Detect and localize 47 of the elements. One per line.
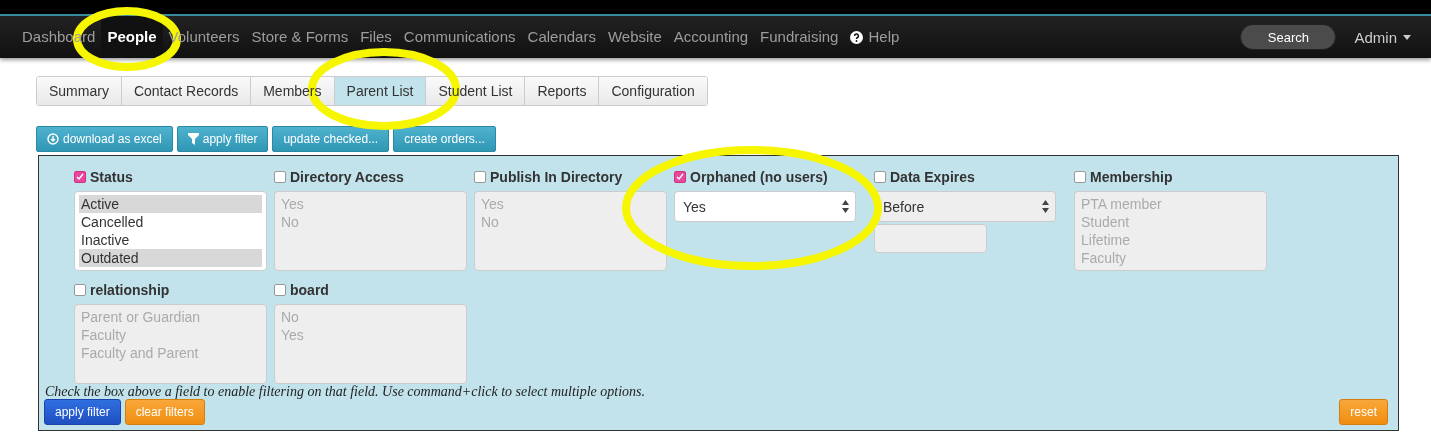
filter-icon — [187, 133, 199, 145]
tab[interactable]: Summary — [37, 77, 122, 105]
field-label: board — [290, 282, 329, 298]
nav-link[interactable]: Website — [601, 16, 668, 58]
date-input[interactable] — [874, 224, 987, 253]
user-menu[interactable]: Admin — [1348, 28, 1417, 46]
help-icon — [850, 30, 864, 44]
tab[interactable]: Reports — [525, 77, 600, 105]
nav-link[interactable]: Communications — [397, 16, 522, 58]
checkbox[interactable] — [874, 171, 886, 183]
field-label: Publish In Directory — [490, 169, 623, 185]
nav-link[interactable]: Calendars — [521, 16, 602, 58]
list-option[interactable]: Cancelled — [79, 213, 262, 231]
checkbox[interactable] — [674, 171, 686, 183]
checkbox[interactable] — [474, 171, 486, 183]
checkbox[interactable] — [74, 284, 86, 296]
select-field[interactable]: Yes — [674, 191, 856, 222]
apply-filter-button[interactable]: apply filter — [44, 399, 121, 425]
list-option[interactable]: Outdated — [79, 249, 262, 267]
list-option[interactable]: Inactive — [79, 231, 262, 249]
tab[interactable]: Contact Records — [121, 77, 252, 105]
download-icon — [47, 133, 59, 145]
nav-link[interactable]: Store & Forms — [245, 16, 355, 58]
search-field[interactable]: Search — [1240, 24, 1337, 50]
field-label: Status — [90, 169, 133, 185]
checkbox[interactable] — [74, 171, 86, 183]
field-label: Directory Access — [290, 169, 404, 185]
nav-link[interactable]: Fundraising — [754, 16, 845, 58]
tab[interactable]: Configuration — [599, 77, 707, 105]
nav-link[interactable]: People — [101, 16, 163, 58]
nav-link[interactable]: Files — [354, 16, 398, 58]
nav-link[interactable]: Help — [844, 16, 906, 58]
field-label: Membership — [1090, 169, 1173, 185]
checkbox[interactable] — [1074, 171, 1086, 183]
hint-text: Check the box above a field to enable filtering on that field. Use command+click to select multiple options. — [45, 384, 646, 400]
field-label: relationship — [90, 282, 170, 298]
nav-link[interactable]: Accounting — [667, 16, 755, 58]
field-label: Data Expires — [890, 169, 975, 185]
checkbox[interactable] — [274, 171, 286, 183]
caret-icon — [1403, 34, 1411, 40]
list-box[interactable]: Active Cancelled Inactive Outdated — [74, 191, 267, 271]
list-option[interactable]: Active — [79, 195, 262, 213]
tab[interactable]: Parent List — [334, 77, 427, 105]
updown-arrows-icon — [1042, 200, 1049, 213]
checkbox[interactable] — [274, 284, 286, 296]
field-label: Orphaned (no users) — [690, 169, 828, 185]
updown-arrows-icon — [842, 200, 849, 213]
